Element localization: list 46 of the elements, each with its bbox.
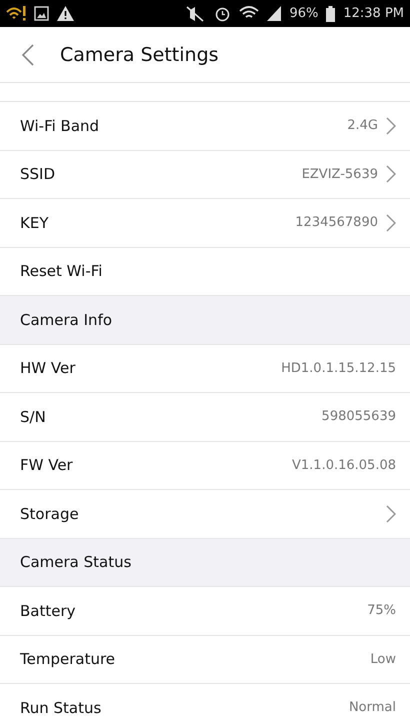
row-value: Normal <box>348 700 396 716</box>
row-label: Battery <box>20 602 77 620</box>
settings-row[interactable]: KEY 1234567890 <box>0 199 410 248</box>
section-title: Camera Status <box>20 553 132 572</box>
battery-icon <box>326 6 336 22</box>
section-title: Camera Info <box>20 310 112 329</box>
row-value: 75% <box>367 603 396 618</box>
row-label: HW Ver <box>20 359 76 378</box>
row-label: Wi-Fi Band <box>20 116 100 135</box>
signal-icon <box>267 6 282 21</box>
row-value: Low <box>370 652 396 667</box>
settings-row[interactable]: S/N 598055639 <box>0 393 410 442</box>
warning-icon <box>57 6 74 21</box>
alarm-clock-icon <box>214 5 232 22</box>
chevron-right-icon <box>386 116 396 135</box>
chevron-right-icon <box>386 214 396 232</box>
chevron-right-icon <box>386 165 396 184</box>
battery-percentage: 96% <box>289 6 318 21</box>
row-label: FW Ver <box>20 456 74 474</box>
settings-row[interactable]: Run Status Normal <box>0 684 410 728</box>
chevron-left-icon <box>22 44 34 66</box>
settings-row[interactable]: FW Ver V1.1.0.16.05.08 <box>0 442 410 490</box>
row-label: Run Status <box>20 698 102 717</box>
clock-time: 12:38 PM <box>343 6 404 21</box>
row-label: Temperature <box>20 650 116 668</box>
settings-row[interactable]: Wi-Fi Band 2.4G <box>0 102 410 150</box>
row-label: KEY <box>20 214 50 232</box>
row-value: V1.1.0.16.05.08 <box>292 458 396 473</box>
row-value: EZVIZ-5639 <box>302 166 378 182</box>
row-value: 598055639 <box>322 409 396 424</box>
row-value: 2.4G <box>347 118 378 134</box>
row-label: SSID <box>20 165 56 184</box>
mute-icon <box>184 6 206 22</box>
settings-row[interactable]: Battery 75% <box>0 587 410 636</box>
row-label: Reset Wi-Fi <box>20 262 104 280</box>
settings-row[interactable]: Temperature Low <box>0 636 410 684</box>
settings-row[interactable]: HW Ver HD1.0.1.15.12.15 <box>0 344 410 393</box>
row-label: S/N <box>20 408 47 426</box>
row-value: 1234567890 <box>295 215 378 230</box>
row-label: Storage <box>20 504 80 523</box>
screen-title: Camera Settings <box>60 44 219 66</box>
settings-row[interactable]: SSID EZVIZ-5639 <box>0 150 410 199</box>
image-icon <box>34 6 49 21</box>
row-value: HD1.0.1.15.12.15 <box>281 360 396 376</box>
chevron-right-icon <box>386 504 396 523</box>
wifi-warning-icon <box>6 4 26 22</box>
